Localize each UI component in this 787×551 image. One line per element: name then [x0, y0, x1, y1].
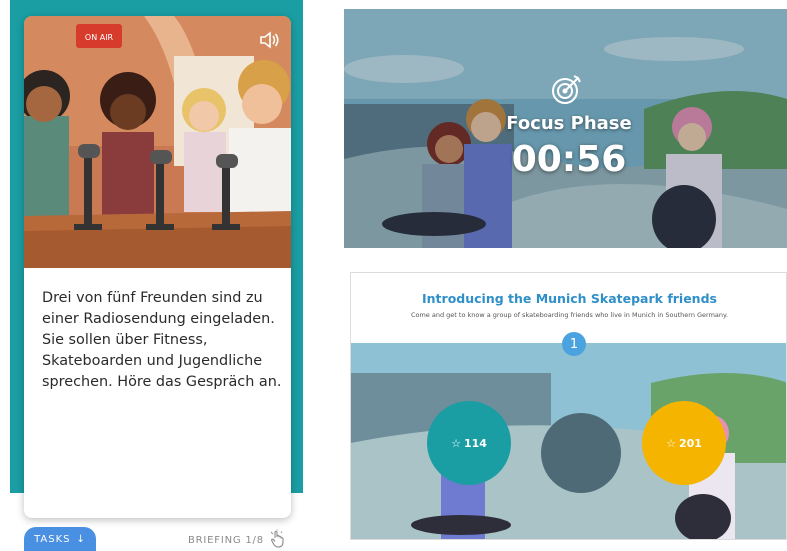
focus-timer: 00:56 [511, 139, 627, 180]
step-badge[interactable]: 1 [562, 332, 586, 356]
arrow-down-icon: ↓ [76, 533, 86, 545]
target-icon [552, 75, 581, 104]
focus-phase-label: Focus Phase [506, 113, 632, 134]
hand-pointer-icon[interactable] [268, 529, 288, 549]
briefing-counter: BRIEFING 1/8 [188, 535, 264, 546]
bubble-value: 201 [678, 436, 702, 450]
intro-subtitle: Come and get to know a group of skateboa… [410, 311, 729, 319]
radio-studio-illustration: ON AIR [24, 16, 291, 268]
focus-phase-panel: Focus Phase 00:56 [344, 9, 787, 248]
sound-button[interactable] [256, 27, 282, 53]
speaker-icon [260, 31, 279, 49]
intro-title: Introducing the Munich Skatepark friends [422, 291, 717, 306]
star-icon: ☆ [666, 436, 676, 450]
character-bubble-1[interactable]: ☆ 114 [427, 401, 511, 485]
star-icon: ☆ [451, 436, 461, 450]
app-root: ON AIR Drei von fünf Freunden sind zu ei… [0, 0, 787, 551]
briefing-text: Drei von fünf Freunden sind zu einer Rad… [42, 290, 282, 390]
bubble-value: 114 [463, 436, 487, 450]
character-bubble-2[interactable]: ☆ 201 [642, 401, 726, 485]
briefing-card: ON AIR Drei von fünf Freunden sind zu ei… [24, 16, 291, 518]
tasks-button[interactable]: TASKS ↓ [24, 527, 96, 551]
svg-text:ON AIR: ON AIR [85, 33, 114, 42]
intro-panel: Introducing the Munich Skatepark friends… [350, 272, 787, 540]
tasks-label: TASKS [34, 533, 71, 545]
